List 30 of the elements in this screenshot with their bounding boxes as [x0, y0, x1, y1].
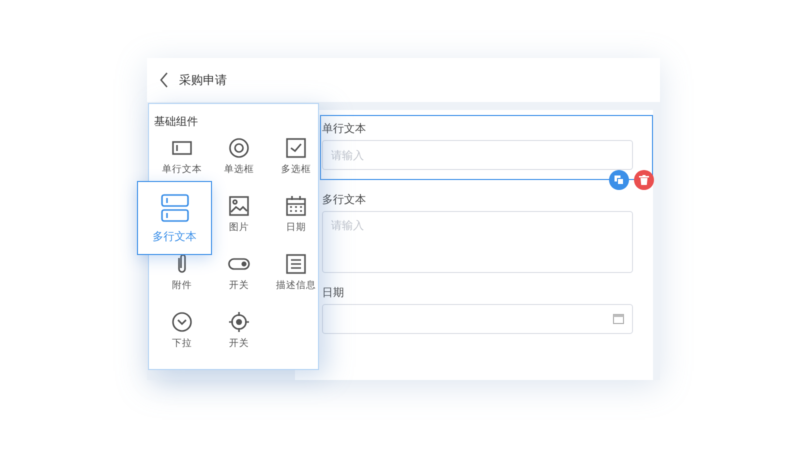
date-field[interactable]	[322, 304, 633, 334]
dropdown-icon	[171, 311, 193, 333]
palette-item[interactable]: 图片	[228, 195, 250, 234]
palette-item[interactable]: 单选框	[224, 137, 254, 176]
back-icon[interactable]	[159, 72, 169, 88]
copy-icon	[614, 175, 624, 185]
field-label: 日期	[322, 285, 345, 300]
delete-button[interactable]	[634, 170, 654, 190]
palette-item[interactable]: 附件	[171, 253, 193, 292]
palette-item[interactable]: 下拉	[171, 311, 193, 350]
palette-item[interactable]: 描述信息	[276, 253, 316, 292]
multiline-field-icon	[160, 192, 190, 222]
page-title: 采购申请	[179, 72, 227, 88]
target-icon	[228, 311, 250, 333]
calendar-icon	[285, 195, 307, 217]
trash-icon	[639, 175, 649, 185]
palette-item[interactable]: 开关	[228, 253, 250, 292]
copy-button[interactable]	[609, 170, 629, 190]
checkbox-icon	[285, 137, 307, 159]
palette-item[interactable]: 多选框	[281, 137, 311, 176]
field-label: 多行文本	[322, 192, 367, 207]
palette-item[interactable]: 开关	[228, 311, 250, 350]
palette-title: 基础组件	[154, 114, 198, 129]
calendar-icon[interactable]	[613, 314, 624, 324]
image-icon	[228, 195, 250, 217]
palette-item[interactable]: 日期	[285, 195, 307, 234]
radio-icon	[228, 137, 250, 159]
palette-item[interactable]: 单行文本	[162, 137, 202, 176]
field-label: 单行文本	[322, 121, 367, 136]
document-lines-icon	[285, 253, 307, 275]
